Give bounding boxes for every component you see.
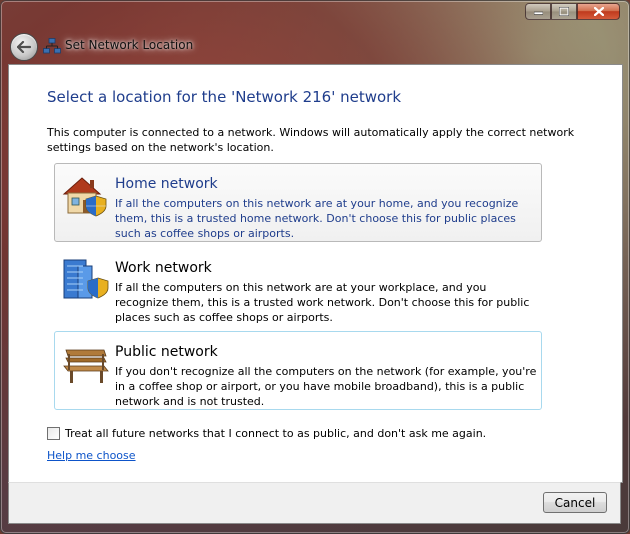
cancel-button[interactable]: Cancel bbox=[543, 492, 607, 513]
minimize-icon bbox=[533, 11, 543, 15]
checkbox-label: Treat all future networks that I connect… bbox=[65, 427, 487, 440]
treat-public-checkbox[interactable] bbox=[47, 427, 60, 440]
option-description: If you don't recognize all the computers… bbox=[115, 365, 537, 408]
caption-buttons bbox=[525, 3, 620, 20]
option-description: If all the computers on this network are… bbox=[115, 197, 519, 240]
treat-public-checkbox-row[interactable]: Treat all future networks that I connect… bbox=[47, 427, 486, 440]
page-heading: Select a location for the 'Network 216' … bbox=[47, 88, 402, 106]
network-icon bbox=[43, 38, 61, 54]
maximize-button[interactable] bbox=[551, 3, 577, 20]
close-icon bbox=[593, 7, 604, 16]
help-me-choose-link[interactable]: Help me choose bbox=[47, 449, 136, 462]
option-public-network[interactable]: Public network If you don't recognize al… bbox=[54, 331, 542, 410]
option-description: If all the computers on this network are… bbox=[115, 281, 530, 324]
minimize-button[interactable] bbox=[525, 3, 551, 20]
option-title: Public network bbox=[115, 344, 218, 360]
option-home-network[interactable]: Home network If all the computers on thi… bbox=[54, 163, 542, 242]
park-bench-icon bbox=[63, 349, 109, 383]
office-building-shield-icon bbox=[63, 259, 109, 299]
title-bar[interactable]: Set Network Location bbox=[0, 0, 630, 64]
dialog-footer: Cancel bbox=[8, 482, 621, 524]
intro-text: This computer is connected to a network.… bbox=[47, 126, 575, 154]
option-title: Home network bbox=[115, 176, 218, 192]
house-shield-icon bbox=[62, 177, 107, 217]
back-arrow-icon bbox=[17, 41, 31, 53]
option-work-network[interactable]: Work network If all the computers on thi… bbox=[54, 247, 542, 326]
dialog-content: Select a location for the 'Network 216' … bbox=[8, 64, 623, 483]
back-button[interactable] bbox=[10, 33, 38, 61]
option-title: Work network bbox=[115, 260, 212, 276]
maximize-icon bbox=[559, 7, 569, 16]
window-title: Set Network Location bbox=[65, 38, 194, 52]
close-button[interactable] bbox=[577, 3, 620, 20]
